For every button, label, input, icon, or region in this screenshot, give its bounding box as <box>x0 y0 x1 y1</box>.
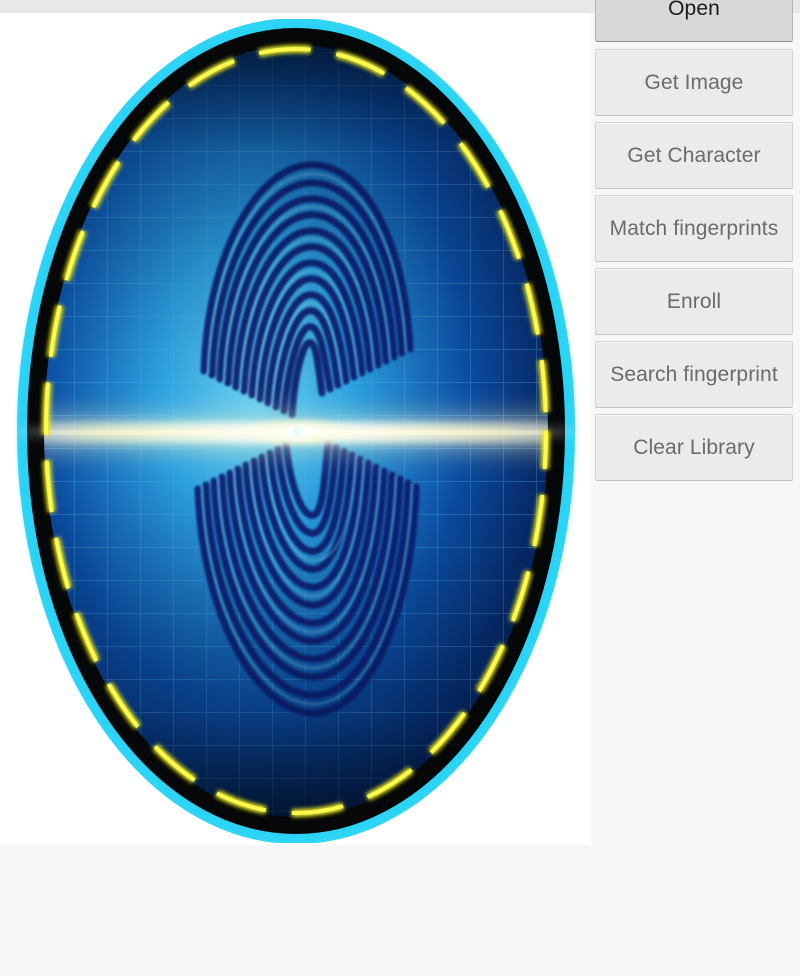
action-button-column: Open Get Image Get Character Match fingerpr… <box>594 0 800 976</box>
search-fingerprint-button-label: Search fingerprint <box>610 362 778 386</box>
get-character-button[interactable]: Get Character <box>595 122 793 189</box>
open-button-label: Open <box>668 0 720 20</box>
get-character-button-label: Get Character <box>627 143 761 167</box>
fingerprint-scanner-image[interactable] <box>8 19 584 843</box>
search-fingerprint-button[interactable]: Search fingerprint <box>595 341 793 408</box>
clear-library-button[interactable]: Clear Library <box>595 414 793 481</box>
open-button[interactable]: Open <box>595 0 793 42</box>
clear-library-button-label: Clear Library <box>633 435 755 459</box>
enroll-button-label: Enroll <box>666 289 722 313</box>
image-preview-panel[interactable] <box>0 13 591 845</box>
enroll-button[interactable]: Enroll <box>595 268 793 335</box>
get-image-button[interactable]: Get Image <box>595 49 793 116</box>
match-fingerprints-button[interactable]: Match fingerprints <box>595 195 793 262</box>
match-fingerprints-button-label: Match fingerprints <box>609 216 779 240</box>
get-image-button-label: Get Image <box>644 70 744 94</box>
app-window: Open Get Image Get Character Match fingerpr… <box>0 0 800 976</box>
